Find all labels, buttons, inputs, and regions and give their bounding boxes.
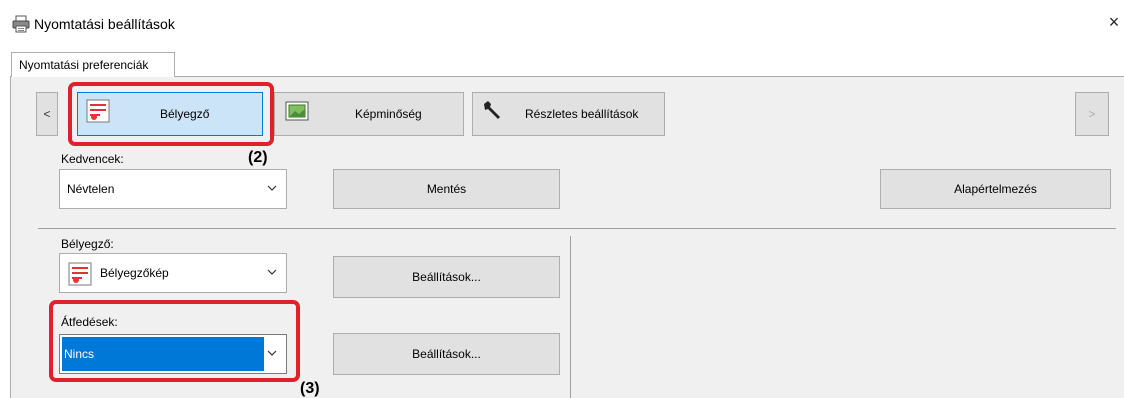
tab-image-quality[interactable]: Képminőség — [274, 92, 464, 136]
window-title: Nyomtatási beállítások — [34, 16, 175, 32]
tab-print-preferences[interactable]: Nyomtatási preferenciák — [11, 52, 175, 77]
scroll-left-button[interactable]: < — [36, 92, 58, 136]
tab-image-quality-label: Képminőség — [355, 107, 422, 121]
printer-icon — [12, 15, 30, 33]
vertical-divider — [570, 236, 571, 398]
save-button[interactable]: Mentés — [333, 169, 560, 209]
stamp-icon — [68, 262, 92, 286]
horizontal-divider — [38, 228, 1116, 229]
overlay-settings-button[interactable]: Beállítások... — [333, 333, 560, 375]
chevron-down-icon — [266, 182, 278, 194]
favorites-dropdown[interactable]: Névtelen — [59, 169, 287, 209]
scroll-right-button[interactable]: > — [1075, 92, 1109, 136]
close-button[interactable]: × — [1104, 12, 1124, 33]
tab-advanced-settings[interactable]: Részletes beállítások — [472, 92, 665, 136]
highlight-step-3 — [49, 300, 300, 382]
wrench-icon — [481, 99, 505, 123]
favorites-label: Kedvencek: — [61, 152, 124, 166]
stamp-settings-button[interactable]: Beállítások... — [333, 256, 560, 298]
stamp-dropdown[interactable]: Bélyegzőkép — [59, 253, 287, 293]
favorites-value: Névtelen — [67, 182, 115, 196]
highlight-step-2 — [68, 82, 274, 146]
stamp-value: Bélyegzőkép — [100, 266, 169, 280]
callout-step-2: (2) — [248, 149, 268, 166]
callout-step-3: (3) — [300, 380, 320, 397]
defaults-button[interactable]: Alapértelmezés — [880, 169, 1111, 209]
tab-advanced-settings-label: Részletes beállítások — [525, 107, 639, 121]
stamp-label: Bélyegző: — [61, 237, 114, 251]
image-quality-icon — [285, 99, 309, 123]
chevron-down-icon — [266, 266, 278, 278]
